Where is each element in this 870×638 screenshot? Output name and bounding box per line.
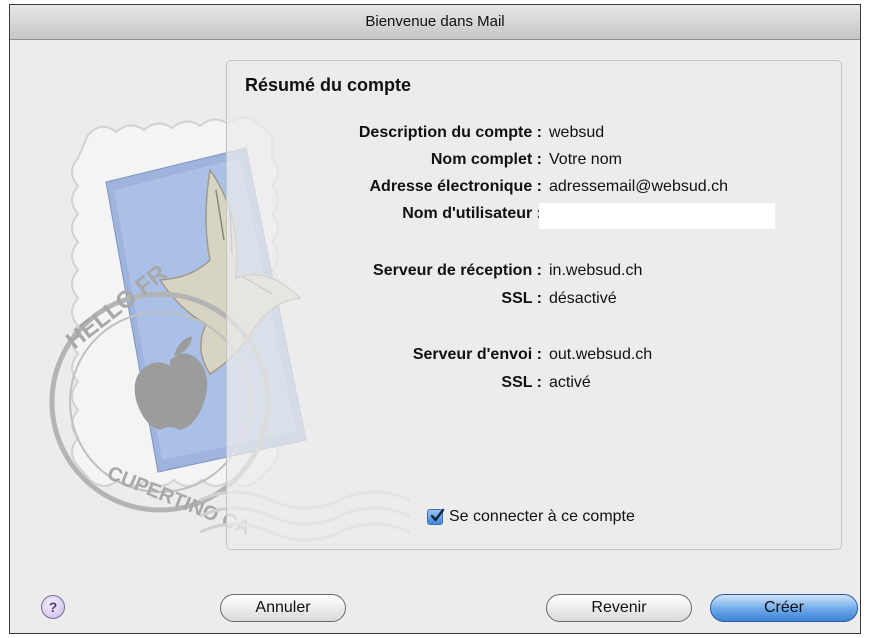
redacted-username — [539, 203, 775, 229]
summary-label: Nom complet : — [430, 151, 542, 168]
cancel-button[interactable]: Annuler — [220, 594, 346, 622]
summary-label: SSL : — [501, 290, 542, 307]
summary-label: Nom d'utilisateur : — [402, 205, 542, 222]
checkmark-icon — [430, 508, 445, 522]
summary-value: out.websud.ch — [549, 346, 653, 363]
summary-value: websud — [549, 124, 605, 141]
summary-value: adressemail@websud.ch — [549, 178, 728, 195]
connect-account-checkbox[interactable] — [427, 508, 445, 525]
summary-label: Description du compte : — [358, 124, 542, 141]
summary-label: Adresse électronique : — [369, 178, 543, 195]
summary-label: Serveur d'envoi : — [412, 346, 542, 363]
mail-welcome-window: Bienvenue dans Mail HELLO FR CUPERTINO C… — [9, 4, 861, 634]
back-button[interactable]: Revenir — [546, 594, 692, 622]
summary-label: SSL : — [501, 374, 542, 391]
summary-value: Votre nom — [549, 151, 622, 168]
summary-value: désactivé — [549, 290, 617, 307]
summary-value: in.websud.ch — [549, 262, 643, 279]
window-title: Bienvenue dans Mail — [10, 5, 860, 40]
panel-title: Résumé du compte — [245, 75, 412, 95]
connect-account-label[interactable]: Se connecter à ce compte — [449, 508, 635, 526]
summary-value: activé — [549, 374, 591, 391]
summary-label: Serveur de réception : — [373, 262, 542, 279]
help-button[interactable]: ? — [41, 595, 65, 619]
window-content: HELLO FR CUPERTINO CA Résumé du compte D… — [10, 40, 860, 633]
create-button[interactable]: Créer — [710, 594, 858, 622]
account-summary-panel: Résumé du compte Description du compte :… — [226, 60, 842, 550]
